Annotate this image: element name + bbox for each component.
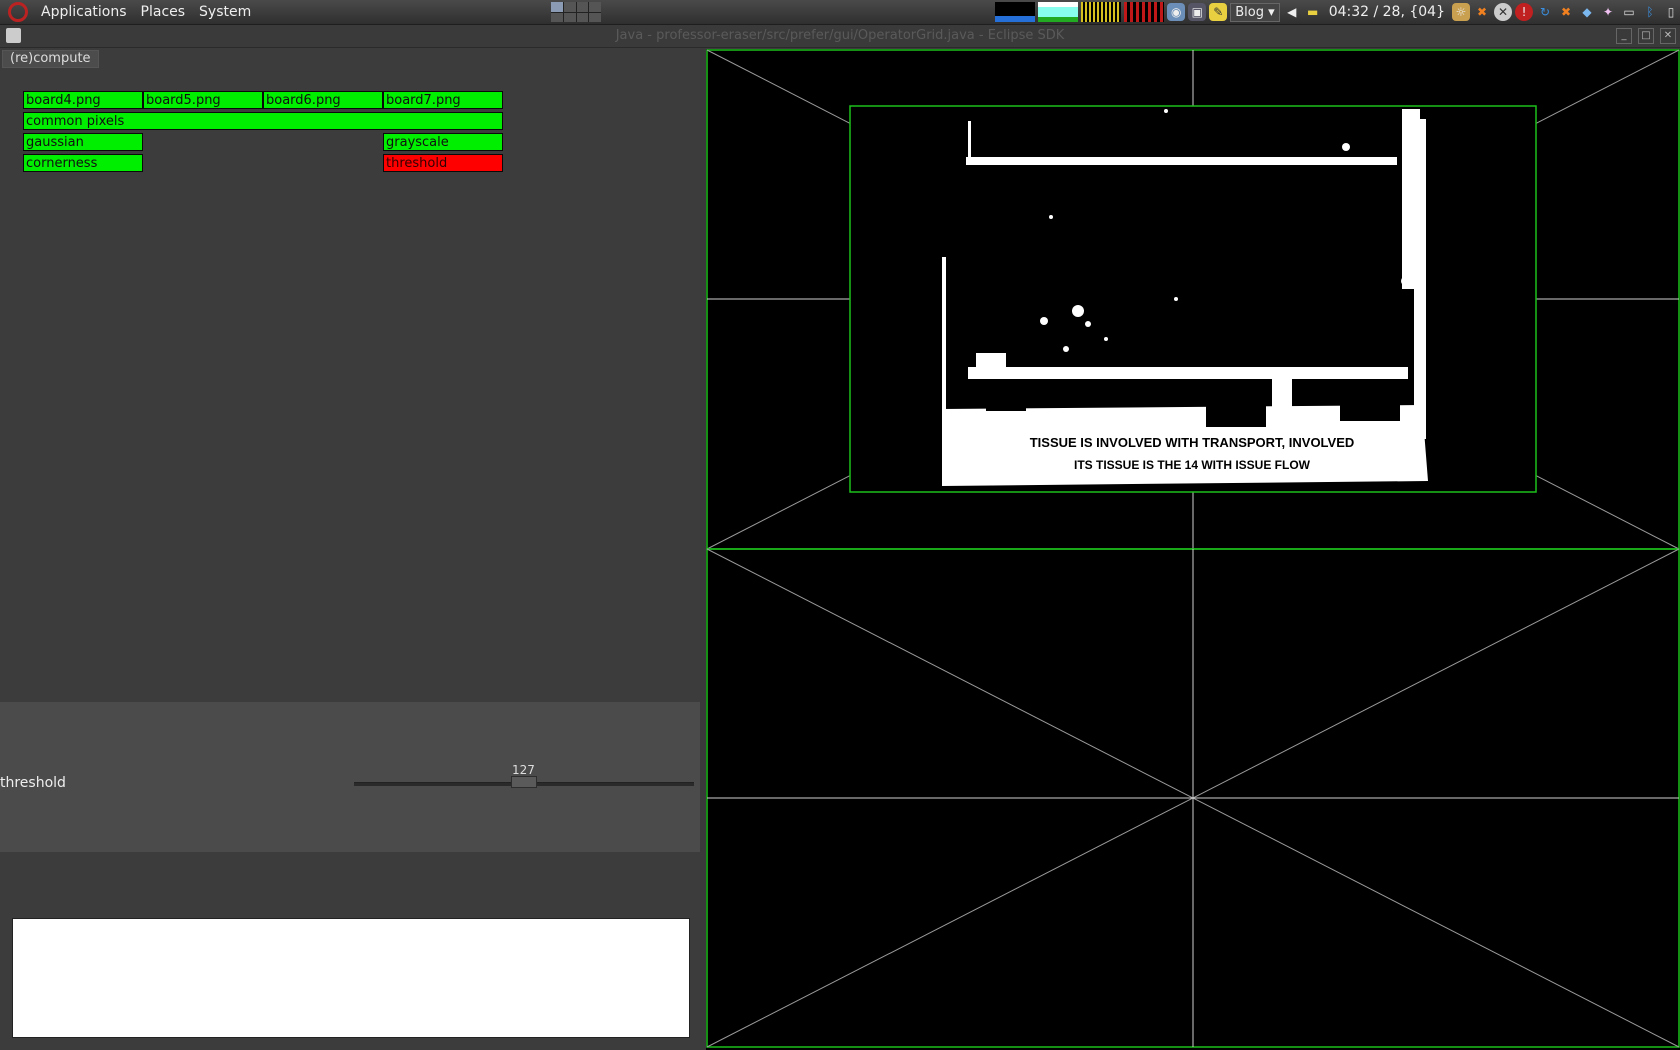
workspace-4[interactable] [589, 2, 601, 12]
memory-monitor[interactable] [1038, 2, 1079, 22]
operator-board5[interactable]: board5.png [143, 91, 263, 109]
bluetooth-icon[interactable]: ᛒ [1641, 3, 1659, 21]
globe-icon[interactable]: ◉ [1167, 3, 1186, 21]
recompute-button[interactable]: (re)compute [2, 50, 99, 68]
operator-board6[interactable]: board6.png [263, 91, 383, 109]
network-icon[interactable]: ▣ [1188, 3, 1207, 21]
tools-icon[interactable]: ✖ [1473, 3, 1491, 21]
threshold-image: TISSUE IS INVOLVED WITH TRANSPORT, INVOL… [849, 105, 1537, 493]
clock[interactable]: 04:32 / 28, {04} [1325, 4, 1449, 20]
workspace-1[interactable] [551, 2, 563, 12]
threshold-value: 127 [512, 763, 535, 777]
operator-gaussian[interactable]: gaussian [23, 133, 143, 151]
workspace-7[interactable] [576, 12, 589, 22]
menu-applications[interactable]: Applications [34, 4, 134, 20]
top-panel: Applications Places System ◉ ▣ ✎ Blog ▾ … [0, 0, 1680, 25]
menu-system[interactable]: System [192, 4, 258, 20]
minimize-icon[interactable]: _ [1616, 28, 1632, 44]
operator-cornerness[interactable]: cornerness [23, 154, 143, 172]
operator-board7[interactable]: board7.png [383, 91, 503, 109]
workspace-5[interactable] [551, 12, 563, 22]
battery-icon[interactable]: ▯ [1662, 3, 1680, 21]
blog-button[interactable]: Blog ▾ [1230, 2, 1280, 22]
volume-icon[interactable]: ◀ [1283, 3, 1301, 21]
parameter-panel: threshold 127 [0, 702, 700, 852]
sync-icon[interactable]: ↻ [1536, 3, 1554, 21]
close-icon[interactable]: ✕ [1660, 28, 1676, 44]
cpu-monitor[interactable] [995, 2, 1036, 22]
operator-threshold[interactable]: threshold [383, 154, 503, 172]
operator-grayscale[interactable]: grayscale [383, 133, 503, 151]
settings-icon[interactable]: ☼ [1452, 3, 1470, 21]
threshold-slider-handle[interactable] [511, 776, 537, 788]
operator-panel: (re)compute board4.png board5.png board6… [0, 48, 700, 1050]
image-canvas[interactable]: TISSUE IS INVOLVED WITH TRANSPORT, INVOL… [706, 49, 1680, 1050]
window-titlebar[interactable]: Java - professor-eraser/src/prefer/gui/O… [0, 25, 1680, 48]
workspace-6[interactable] [563, 12, 576, 22]
caption-line-2: ITS TISSUE IS THE 14 WITH ISSUE FLOW [1074, 458, 1311, 472]
sparkle-icon[interactable]: ✦ [1599, 3, 1617, 21]
menu-places[interactable]: Places [134, 4, 193, 20]
workspace-switcher[interactable] [551, 2, 601, 22]
display-icon[interactable]: ▭ [1620, 3, 1638, 21]
notes-icon[interactable]: ✎ [1209, 3, 1228, 21]
caption-line-1: TISSUE IS INVOLVED WITH TRANSPORT, INVOL… [1030, 435, 1355, 450]
distro-logo-icon[interactable] [8, 2, 28, 22]
operator-board4[interactable]: board4.png [23, 91, 143, 109]
stop-icon[interactable]: ✕ [1494, 3, 1512, 21]
workspace-2[interactable] [563, 2, 576, 12]
workspace-3[interactable] [576, 2, 589, 12]
threshold-label: threshold [0, 775, 66, 791]
tools2-icon[interactable]: ✖ [1557, 3, 1575, 21]
system-tray: ◉ ▣ ✎ Blog ▾ ◀ ▬ 04:32 / 28, {04} ☼ ✖ ✕ … [995, 0, 1680, 24]
alert-icon[interactable]: ! [1515, 3, 1533, 21]
network-monitor[interactable] [1081, 2, 1122, 22]
dropbox-icon[interactable]: ◆ [1578, 3, 1596, 21]
window-title: Java - professor-eraser/src/prefer/gui/O… [615, 28, 1065, 43]
maximize-icon[interactable]: □ [1638, 28, 1654, 44]
operator-common-pixels[interactable]: common pixels [23, 112, 503, 130]
workspace-8[interactable] [589, 12, 601, 22]
blog-label: Blog [1235, 4, 1265, 20]
load-monitor[interactable] [1124, 2, 1165, 22]
folder-icon[interactable]: ▬ [1304, 3, 1322, 21]
log-textarea[interactable] [12, 918, 690, 1038]
